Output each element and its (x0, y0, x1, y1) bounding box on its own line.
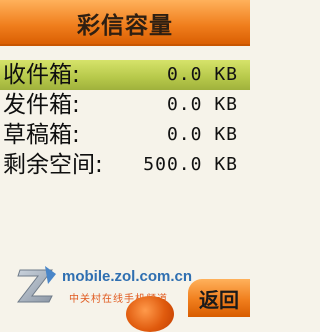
drafts-size: 0.0 KB (166, 124, 238, 145)
drafts-label: 草稿箱: (3, 122, 80, 148)
back-label: 返回 (199, 287, 239, 312)
zol-logo-icon (16, 266, 56, 303)
outbox-size: 0.0 KB (166, 94, 238, 115)
free-space-size: 500.0 KB (143, 154, 238, 175)
orange-decoration (126, 296, 174, 332)
row-free-space[interactable]: 剩余空间: 500.0 KB (0, 150, 250, 180)
inbox-size: 0.0 KB (166, 64, 238, 85)
title-bar: 彩信容量 (0, 0, 250, 46)
watermark-domain: mobile.zol.com.cn (62, 268, 193, 285)
free-space-label: 剩余空间: (3, 152, 103, 178)
inbox-label: 收件箱: (3, 62, 80, 88)
row-drafts[interactable]: 草稿箱: 0.0 KB (0, 120, 250, 150)
watermark: mobile.zol.com.cn 中关村在线手机频道 (16, 262, 216, 310)
outbox-label: 发件箱: (3, 92, 80, 118)
row-inbox[interactable]: 收件箱: 0.0 KB (0, 60, 250, 90)
back-button[interactable]: 返回 (188, 279, 250, 317)
page-title: 彩信容量 (77, 13, 173, 39)
row-outbox[interactable]: 发件箱: 0.0 KB (0, 90, 250, 120)
